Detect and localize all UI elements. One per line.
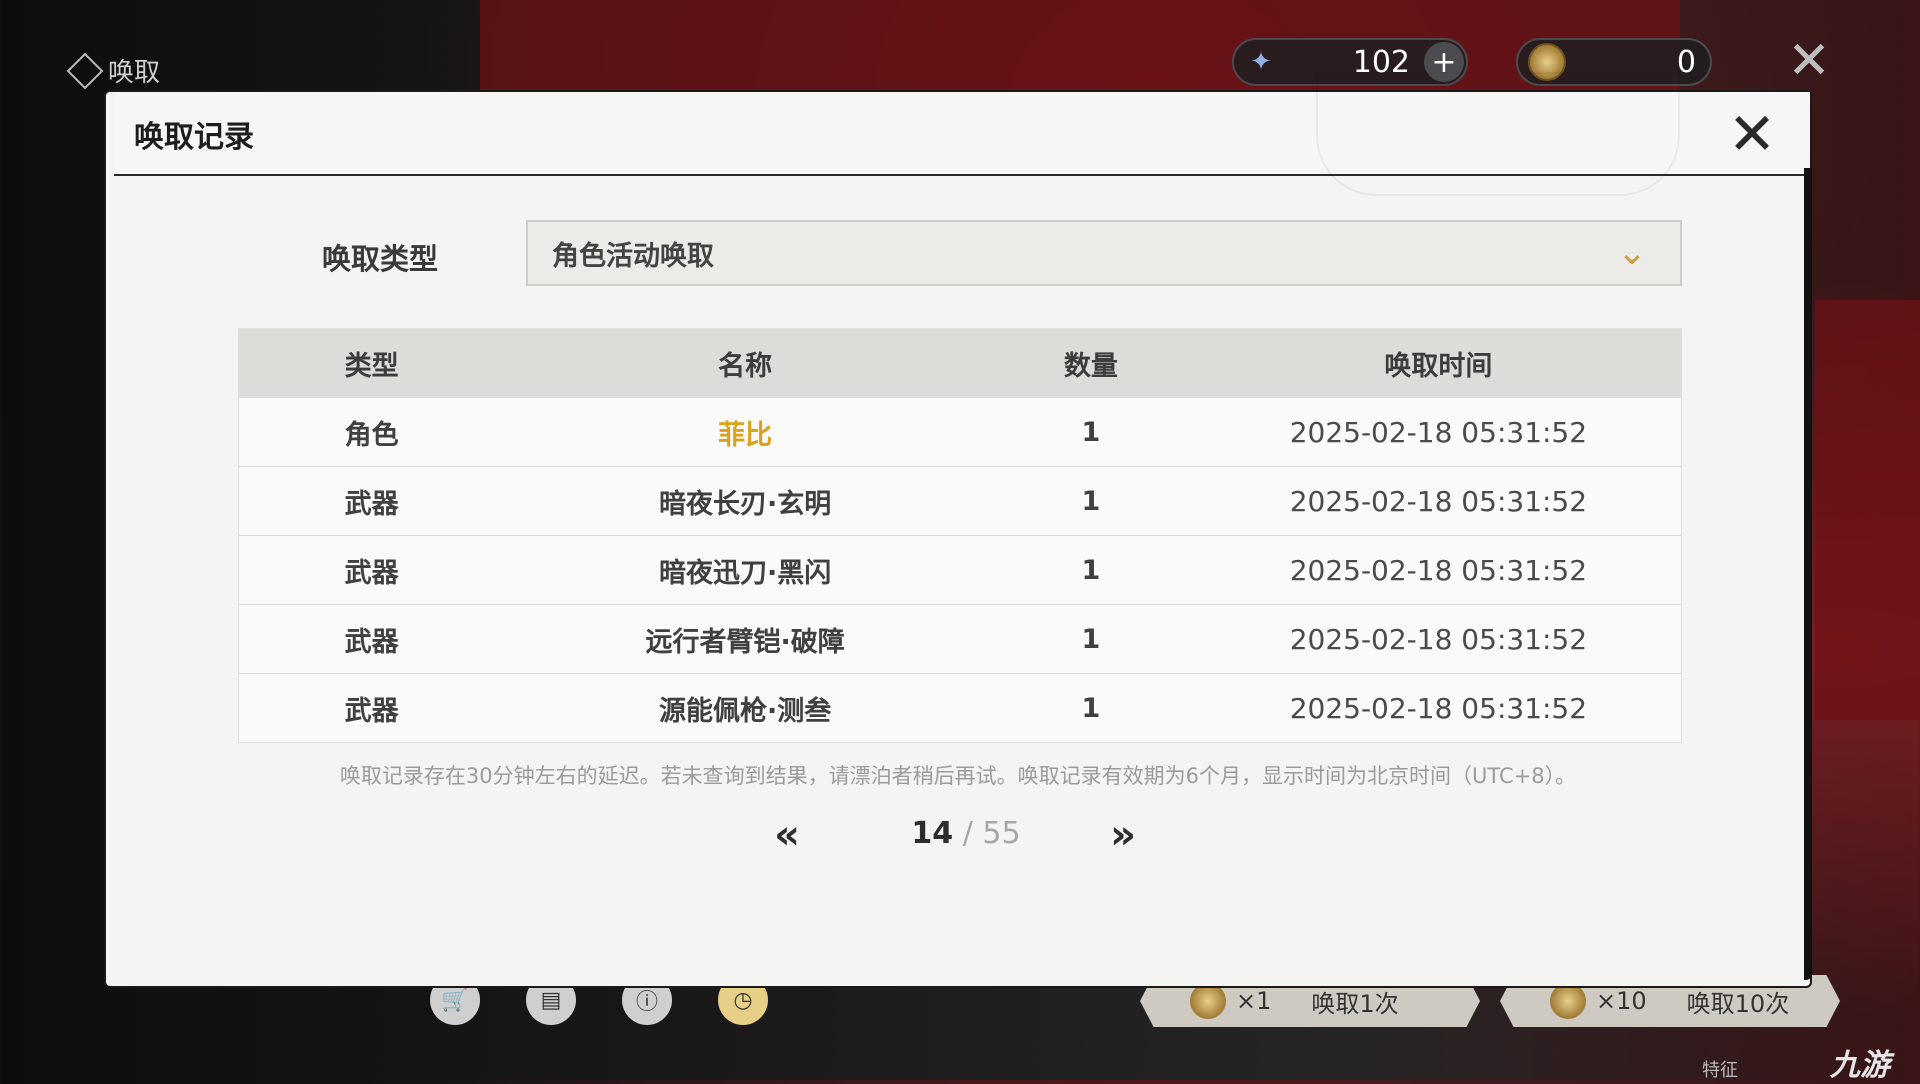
column-header-type: 类型 — [238, 328, 505, 398]
cell-time: 2025-02-18 05:31:52 — [1195, 604, 1682, 674]
page-separator: / — [962, 816, 973, 851]
convene-icon — [66, 52, 104, 89]
history-table: 类型 名称 数量 唤取时间 角色 菲比 1 2025-02-18 05:31:5… — [238, 328, 1682, 743]
pull-ten-count: ×10 — [1596, 987, 1647, 1015]
close-icon[interactable]: ✕ — [1724, 105, 1780, 163]
cell-quantity: 1 — [985, 466, 1196, 536]
cell-time: 2025-02-18 05:31:52 — [1195, 397, 1682, 467]
table-row: 武器 远行者臂铠·破障 1 2025-02-18 05:31:52 — [238, 604, 1682, 674]
cell-name: 暗夜长刃·玄明 — [504, 466, 986, 536]
cell-type: 武器 — [238, 466, 505, 536]
pull-ten-label: 唤取10次 — [1686, 989, 1790, 1018]
cell-name: 源能佩枪·测叁 — [504, 673, 986, 743]
cell-quantity: 1 — [985, 673, 1196, 743]
pull-once-label: 唤取1次 — [1311, 989, 1399, 1018]
page-indicator: 14 / 55 — [866, 816, 1066, 851]
column-header-quantity: 数量 — [985, 328, 1196, 398]
cell-name: 菲比 — [504, 397, 986, 467]
cell-time: 2025-02-18 05:31:52 — [1195, 535, 1682, 605]
cell-quantity: 1 — [985, 397, 1196, 467]
cell-quantity: 1 — [985, 604, 1196, 674]
table-row: 武器 源能佩枪·测叁 1 2025-02-18 05:31:52 — [238, 673, 1682, 743]
convene-type-value: 角色活动唤取 — [552, 240, 714, 272]
pull-once-count: ×1 — [1236, 987, 1272, 1015]
page-title: 唤取 — [108, 58, 161, 88]
coin-icon — [1190, 983, 1226, 1019]
current-page: 14 — [911, 816, 954, 851]
convene-type-label: 唤取类型 — [322, 242, 439, 276]
chevron-down-icon: ⌄ — [1616, 232, 1648, 273]
coin-icon — [1550, 983, 1586, 1019]
cell-type: 角色 — [238, 397, 505, 467]
cell-name: 远行者臂铠·破障 — [504, 604, 986, 674]
column-header-name: 名称 — [504, 328, 986, 398]
page-header: 唤取 — [66, 52, 161, 89]
cell-type: 武器 — [238, 535, 505, 605]
exit-icon[interactable]: ✕ — [1784, 35, 1834, 87]
convene-history-dialog: 唤取记录 ✕ 唤取类型 角色活动唤取 ⌄ 类型 名称 数量 唤取时间 角色 菲比… — [106, 72, 1812, 986]
column-header-time: 唤取时间 — [1195, 328, 1682, 398]
cell-time: 2025-02-18 05:31:52 — [1195, 673, 1682, 743]
pagination: « 14 / 55 » — [106, 812, 1810, 862]
total-pages: 55 — [982, 816, 1021, 851]
history-notice: 唤取记录存在30分钟左右的延迟。若未查询到结果，请漂泊者稍后再试。唤取记录有效期… — [339, 764, 1577, 788]
background-shape — [1815, 300, 1920, 720]
header-decoration — [1316, 72, 1680, 196]
table-row: 角色 菲比 1 2025-02-18 05:31:52 — [238, 397, 1682, 467]
cell-time: 2025-02-18 05:31:52 — [1195, 466, 1682, 536]
cell-type: 武器 — [238, 673, 505, 743]
previous-page-button[interactable]: « — [762, 812, 812, 862]
astrite-icon: ✦ — [1250, 47, 1272, 77]
dialog-title: 唤取记录 — [134, 120, 254, 155]
watermark: 九游 — [1830, 1048, 1890, 1083]
cell-type: 武器 — [238, 604, 505, 674]
table-row: 武器 暗夜迅刀·黑闪 1 2025-02-18 05:31:52 — [238, 535, 1682, 605]
feature-text: 特征 — [1702, 1060, 1738, 1081]
cell-quantity: 1 — [985, 535, 1196, 605]
convene-type-row: 唤取类型 角色活动唤取 ⌄ — [106, 220, 1810, 290]
convene-type-select[interactable]: 角色活动唤取 ⌄ — [526, 220, 1682, 286]
table-row: 武器 暗夜长刃·玄明 1 2025-02-18 05:31:52 — [238, 466, 1682, 536]
dialog-header: 唤取记录 ✕ — [114, 72, 1810, 196]
next-page-button[interactable]: » — [1098, 812, 1148, 862]
cell-name: 暗夜迅刀·黑闪 — [504, 535, 986, 605]
table-header-row: 类型 名称 数量 唤取时间 — [238, 328, 1682, 398]
